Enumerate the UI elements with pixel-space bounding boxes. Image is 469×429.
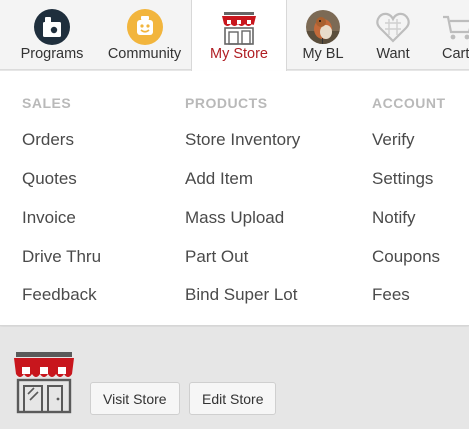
avatar — [303, 8, 343, 46]
nav-want[interactable]: Want — [362, 0, 424, 70]
nav-community-label: Community — [107, 46, 182, 62]
link-notify[interactable]: Notify — [372, 208, 415, 228]
heart-icon — [373, 8, 413, 46]
nav-programs[interactable]: Programs — [11, 0, 93, 70]
link-part-out[interactable]: Part Out — [185, 247, 248, 267]
link-mass-upload[interactable]: Mass Upload — [185, 208, 284, 228]
nav-my-store[interactable]: My Store — [191, 0, 287, 71]
link-invoice[interactable]: Invoice — [22, 208, 76, 228]
store-icon — [219, 8, 259, 46]
cart-icon — [437, 8, 469, 46]
nav-my-bl[interactable]: My BL — [294, 0, 352, 70]
link-settings[interactable]: Settings — [372, 169, 433, 189]
nav-my-bl-label: My BL — [302, 46, 344, 62]
nav-programs-label: Programs — [20, 46, 84, 62]
link-drive-thru[interactable]: Drive Thru — [22, 247, 101, 267]
link-orders[interactable]: Orders — [22, 130, 74, 150]
account-heading: ACCOUNT — [372, 95, 446, 111]
edit-store-button[interactable]: Edit Store — [189, 382, 277, 415]
storefront-icon — [12, 350, 76, 419]
nav-cart-label: Cart — [442, 46, 469, 62]
my-store-dropdown: SALES Orders Quotes Invoice Drive Thru F… — [0, 71, 469, 326]
nav-community[interactable]: Community — [102, 0, 187, 70]
link-bind-super-lot[interactable]: Bind Super Lot — [185, 285, 297, 305]
visit-store-button[interactable]: Visit Store — [90, 382, 180, 415]
programs-icon — [32, 8, 72, 46]
link-store-inventory[interactable]: Store Inventory — [185, 130, 300, 150]
community-icon — [125, 8, 165, 46]
link-quotes[interactable]: Quotes — [22, 169, 77, 189]
nav-cart[interactable]: Cart — [437, 0, 469, 70]
link-add-item[interactable]: Add Item — [185, 169, 253, 189]
link-coupons[interactable]: Coupons — [372, 247, 440, 267]
products-heading: PRODUCTS — [185, 95, 268, 111]
link-fees[interactable]: Fees — [372, 285, 410, 305]
nav-my-store-label: My Store — [209, 46, 268, 62]
link-feedback[interactable]: Feedback — [22, 285, 97, 305]
link-verify[interactable]: Verify — [372, 130, 415, 150]
top-navigation: Programs Community My Store My BL Want C… — [0, 0, 469, 71]
store-panel: Visit Store Edit Store — [0, 327, 469, 429]
nav-want-label: Want — [376, 46, 410, 62]
sales-heading: SALES — [22, 95, 72, 111]
